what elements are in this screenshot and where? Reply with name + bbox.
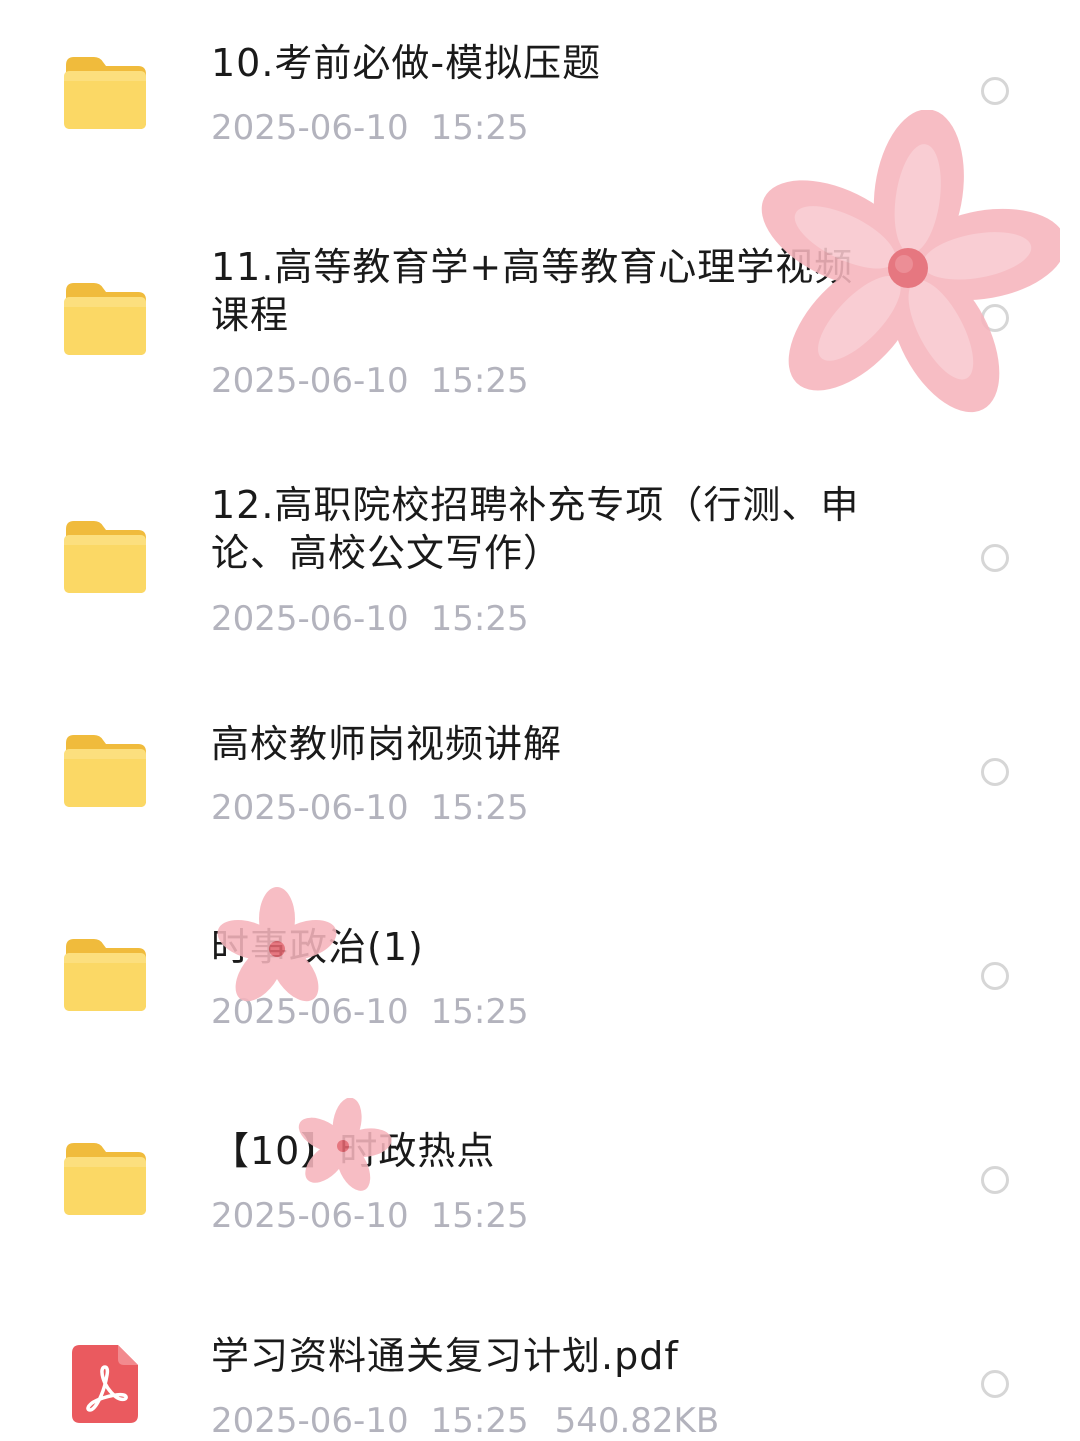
file-row[interactable]: 时事政治(1) 2025-06-10 15:25: [0, 895, 1080, 1100]
select-circle[interactable]: [981, 304, 1009, 332]
file-name: 高校教师岗视频讲解: [211, 722, 563, 766]
select-circle[interactable]: [981, 1370, 1009, 1398]
file-name: 时事政治(1): [211, 925, 424, 969]
file-row[interactable]: 高校教师岗视频讲解 2025-06-10 15:25: [0, 695, 1080, 895]
file-row[interactable]: 10.考前必做-模拟压题 2025-06-10 15:25: [0, 0, 1080, 215]
select-circle[interactable]: [981, 544, 1009, 572]
select-circle[interactable]: [981, 758, 1009, 786]
file-date: 2025-06-10: [211, 108, 409, 148]
file-time: 15:25: [430, 788, 529, 828]
file-name: 12.高职院校招聘补充专项（行测、申 论、高校公文写作）: [211, 483, 860, 575]
folder-icon: [62, 937, 148, 1013]
file-meta: 2025-06-10 15:25 540.82KB: [211, 1401, 719, 1441]
file-meta: 2025-06-10 15:25: [211, 788, 529, 828]
file-row[interactable]: 11.高等教育学+高等教育心理学视频 课程 2025-06-10 15:25: [0, 215, 1080, 455]
file-date: 2025-06-10: [211, 788, 409, 828]
file-time: 15:25: [430, 361, 529, 401]
file-meta: 2025-06-10 15:25: [211, 361, 529, 401]
file-date: 2025-06-10: [211, 1401, 409, 1441]
file-name: 11.高等教育学+高等教育心理学视频 课程: [211, 245, 854, 337]
file-time: 15:25: [430, 1196, 529, 1236]
file-name: 学习资料通关复习计划.pdf: [211, 1334, 679, 1378]
file-meta: 2025-06-10 15:25: [211, 992, 529, 1032]
file-time: 15:25: [430, 992, 529, 1032]
select-circle[interactable]: [981, 962, 1009, 990]
file-list: 10.考前必做-模拟压题 2025-06-10 15:25 11.高等教育学+高等…: [0, 0, 1080, 1441]
file-row[interactable]: 【10】时政热点 2025-06-10 15:25: [0, 1100, 1080, 1305]
file-row[interactable]: 12.高职院校招聘补充专项（行测、申 论、高校公文写作） 2025-06-10 1…: [0, 455, 1080, 695]
file-date: 2025-06-10: [211, 992, 409, 1032]
select-circle[interactable]: [981, 77, 1009, 105]
file-time: 15:25: [430, 599, 529, 639]
file-size: 540.82KB: [554, 1401, 720, 1441]
folder-icon: [62, 519, 148, 595]
file-meta: 2025-06-10 15:25: [211, 599, 529, 639]
folder-icon: [62, 281, 148, 357]
file-date: 2025-06-10: [211, 1196, 409, 1236]
file-name: 【10】时政热点: [211, 1129, 496, 1173]
file-meta: 2025-06-10 15:25: [211, 1196, 529, 1236]
file-date: 2025-06-10: [211, 599, 409, 639]
file-date: 2025-06-10: [211, 361, 409, 401]
folder-icon: [62, 55, 148, 131]
folder-icon: [62, 733, 148, 809]
file-time: 15:25: [430, 1401, 529, 1441]
pdf-icon: [72, 1345, 138, 1423]
select-circle[interactable]: [981, 1166, 1009, 1194]
file-row[interactable]: 学习资料通关复习计划.pdf 2025-06-10 15:25 540.82KB: [0, 1305, 1080, 1441]
file-meta: 2025-06-10 15:25: [211, 108, 529, 148]
folder-icon: [62, 1141, 148, 1217]
file-name: 10.考前必做-模拟压题: [211, 41, 602, 85]
file-time: 15:25: [430, 108, 529, 148]
